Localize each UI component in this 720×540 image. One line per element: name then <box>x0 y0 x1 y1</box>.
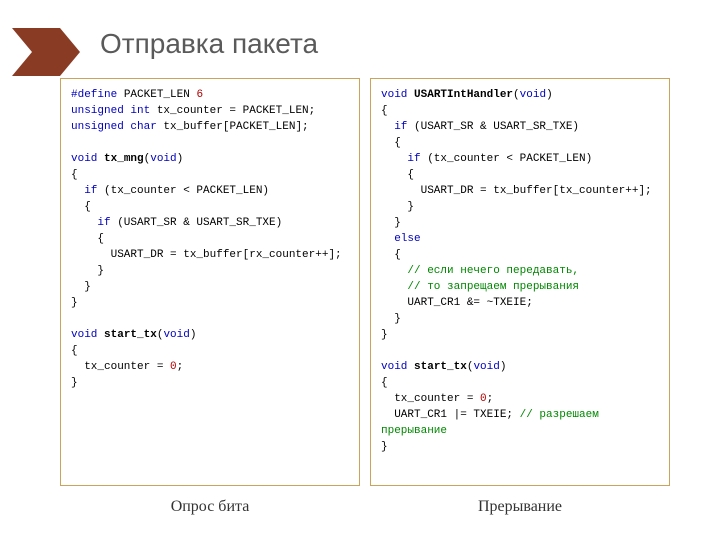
t: } <box>381 441 388 453</box>
t: void <box>381 89 407 101</box>
t: UART_CR1 &= ~TXEIE; <box>381 297 533 309</box>
t: } <box>71 265 104 277</box>
t: void <box>71 329 97 341</box>
t: 0 <box>170 361 177 373</box>
t: USART_DR = tx_buffer[tx_counter++]; <box>381 185 652 197</box>
t: // то запрещаем прерывания <box>407 281 579 293</box>
t <box>381 233 394 245</box>
t: if <box>97 217 110 229</box>
t: } <box>71 297 78 309</box>
t <box>71 185 84 197</box>
t: { <box>381 377 388 389</box>
t: { <box>381 105 388 117</box>
t: void <box>71 153 97 165</box>
t <box>381 121 394 133</box>
t: if <box>394 121 407 133</box>
t: ) <box>546 89 553 101</box>
t: ) <box>177 153 184 165</box>
t: void <box>520 89 546 101</box>
t: PACKET_LEN <box>117 89 196 101</box>
t: (USART_SR & USART_SR_TXE) <box>407 121 579 133</box>
t: (tx_counter < PACKET_LEN) <box>421 153 593 165</box>
t: ; <box>177 361 184 373</box>
t: (USART_SR & USART_SR_TXE) <box>111 217 283 229</box>
t: void <box>163 329 189 341</box>
t: { <box>381 249 401 261</box>
t: { <box>71 201 91 213</box>
t: прерывание <box>381 425 447 437</box>
slide-title: Отправка пакета <box>100 28 318 60</box>
t: UART_CR1 |= TXEIE; <box>381 409 520 421</box>
t: // если нечего передавать, <box>407 265 579 277</box>
t: ) <box>190 329 197 341</box>
t: } <box>381 201 414 213</box>
t: #define <box>71 89 117 101</box>
t: 0 <box>480 393 487 405</box>
captions-row: Опрос бита Прерывание <box>60 498 670 516</box>
t: { <box>381 169 414 181</box>
t: else <box>394 233 420 245</box>
t: (tx_counter < PACKET_LEN) <box>97 185 269 197</box>
t: // разрешаем <box>520 409 599 421</box>
caption-polling: Опрос бита <box>60 498 360 516</box>
code-columns: #define PACKET_LEN 6 unsigned int tx_cou… <box>60 78 670 486</box>
t: } <box>71 377 78 389</box>
t: void <box>473 361 499 373</box>
t: { <box>71 169 78 181</box>
t: void <box>381 361 407 373</box>
t <box>381 153 407 165</box>
t: tx_buffer[PACKET_LEN]; <box>157 121 309 133</box>
t: { <box>71 233 104 245</box>
slide-accent-shape <box>12 28 82 76</box>
code-box-polling: #define PACKET_LEN 6 unsigned int tx_cou… <box>60 78 360 486</box>
t: unsigned int <box>71 105 150 117</box>
t: tx_counter = <box>381 393 480 405</box>
t: USART_DR = tx_buffer[rx_counter++]; <box>71 249 342 261</box>
t: { <box>71 345 78 357</box>
t: tx_mng <box>104 153 144 165</box>
t: } <box>381 313 401 325</box>
t: void <box>150 153 176 165</box>
t: } <box>71 281 91 293</box>
t: unsigned char <box>71 121 157 133</box>
t: ( <box>513 89 520 101</box>
t: if <box>84 185 97 197</box>
t: { <box>381 137 401 149</box>
t: tx_counter = PACKET_LEN; <box>150 105 315 117</box>
t: } <box>381 329 388 341</box>
t: start_tx <box>104 329 157 341</box>
t: } <box>381 217 401 229</box>
t: ) <box>500 361 507 373</box>
caption-interrupt: Прерывание <box>370 498 670 516</box>
t <box>381 281 407 293</box>
t <box>381 265 407 277</box>
t: ; <box>487 393 494 405</box>
t: USARTIntHandler <box>414 89 513 101</box>
t: 6 <box>196 89 203 101</box>
t <box>71 217 97 229</box>
t: start_tx <box>414 361 467 373</box>
code-box-interrupt: void USARTIntHandler(void) { if (USART_S… <box>370 78 670 486</box>
t: tx_counter = <box>71 361 170 373</box>
t: if <box>407 153 420 165</box>
